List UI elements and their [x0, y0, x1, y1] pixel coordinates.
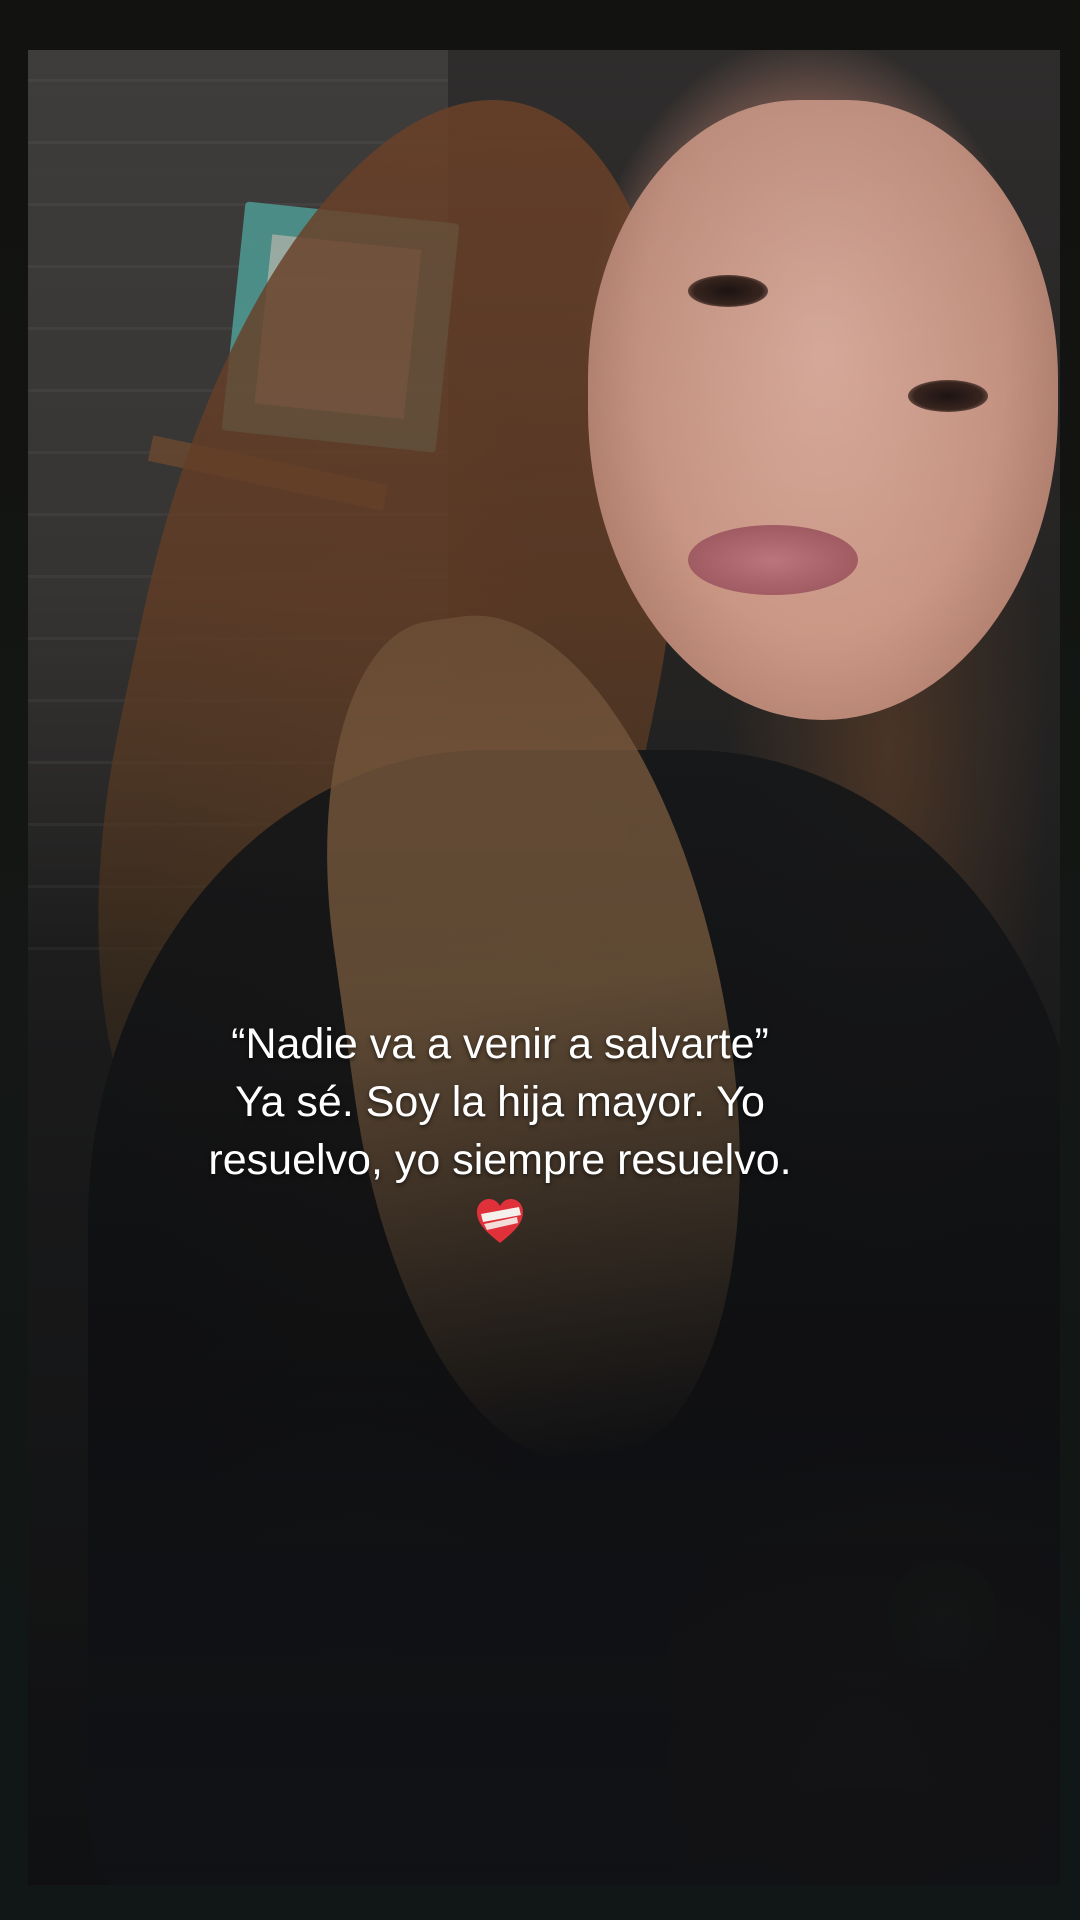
story-frame: “Nadie va a venir a salvarte” Ya sé. Soy…: [0, 0, 1080, 1920]
mending-heart-icon: [477, 1199, 523, 1243]
selfie-photo: [28, 50, 1060, 1885]
caption-line-2: Ya sé. Soy la hija mayor. Yo: [235, 1078, 765, 1126]
caption-line-1: “Nadie va a venir a salvarte”: [231, 1020, 769, 1068]
caption-overlay: “Nadie va a venir a salvarte” Ya sé. Soy…: [140, 1015, 860, 1245]
caption-line-3: resuelvo, yo siempre resuelvo.: [208, 1136, 792, 1184]
